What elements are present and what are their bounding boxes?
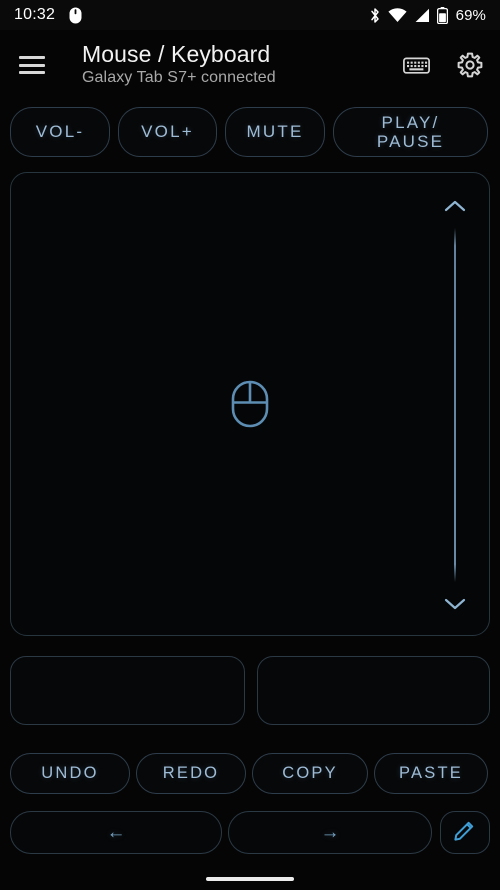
gear-icon[interactable] — [456, 51, 484, 79]
bluetooth-icon — [369, 7, 381, 24]
right-click-button[interactable] — [257, 656, 490, 725]
battery-percent-label: 69% — [455, 6, 486, 24]
keyboard-icon[interactable] — [402, 51, 430, 79]
mouse-icon — [69, 7, 82, 24]
status-system-icons: 69% — [369, 6, 486, 24]
back-button[interactable]: ← — [10, 811, 222, 854]
hamburger-line — [19, 71, 45, 74]
copy-button[interactable]: COPY — [252, 753, 368, 794]
page-title: Mouse / Keyboard — [82, 40, 271, 67]
chevron-down-icon[interactable] — [444, 597, 466, 611]
paste-button[interactable]: PASTE — [374, 753, 488, 794]
volume-up-button[interactable]: VOL+ — [118, 107, 217, 157]
left-click-button[interactable] — [10, 656, 245, 725]
chevron-up-icon[interactable] — [444, 199, 466, 213]
status-notification-icons — [69, 7, 82, 24]
trackpad-surface[interactable] — [10, 172, 490, 636]
connection-status-label: Galaxy Tab S7+ connected — [82, 69, 276, 87]
hamburger-menu-icon[interactable] — [18, 54, 48, 76]
cell-signal-icon — [414, 8, 430, 23]
wifi-icon — [388, 7, 407, 23]
undo-button[interactable]: UNDO — [10, 753, 130, 794]
hamburger-line — [19, 63, 45, 67]
hamburger-line — [19, 56, 45, 59]
arrow-left-icon: ← — [106, 822, 126, 843]
battery-icon — [436, 6, 448, 24]
app-bar-actions — [402, 51, 484, 79]
forward-button[interactable]: → — [228, 811, 432, 854]
mute-button[interactable]: MUTE — [225, 107, 325, 157]
gesture-navigation-bar[interactable] — [206, 877, 294, 881]
status-bar: 10:32 69% — [0, 0, 500, 30]
scroll-strip[interactable] — [443, 199, 467, 611]
scroll-track[interactable] — [454, 228, 456, 582]
volume-down-button[interactable]: VOL- — [10, 107, 110, 157]
play-pause-button[interactable]: PLAY/ PAUSE — [333, 107, 488, 157]
redo-button[interactable]: REDO — [136, 753, 246, 794]
mouse-icon — [231, 380, 269, 428]
arrow-right-icon: → — [320, 822, 340, 843]
app-bar: Mouse / Keyboard Galaxy Tab S7+ connecte… — [0, 30, 500, 100]
app-bar-title-block: Mouse / Keyboard Galaxy Tab S7+ connecte… — [82, 40, 394, 89]
status-clock: 10:32 — [14, 6, 56, 23]
pencil-icon — [453, 818, 477, 847]
app-root: 10:32 69% Mouse / Keyboard Galaxy Tab S7… — [0, 0, 500, 890]
edit-text-button[interactable] — [440, 811, 490, 854]
